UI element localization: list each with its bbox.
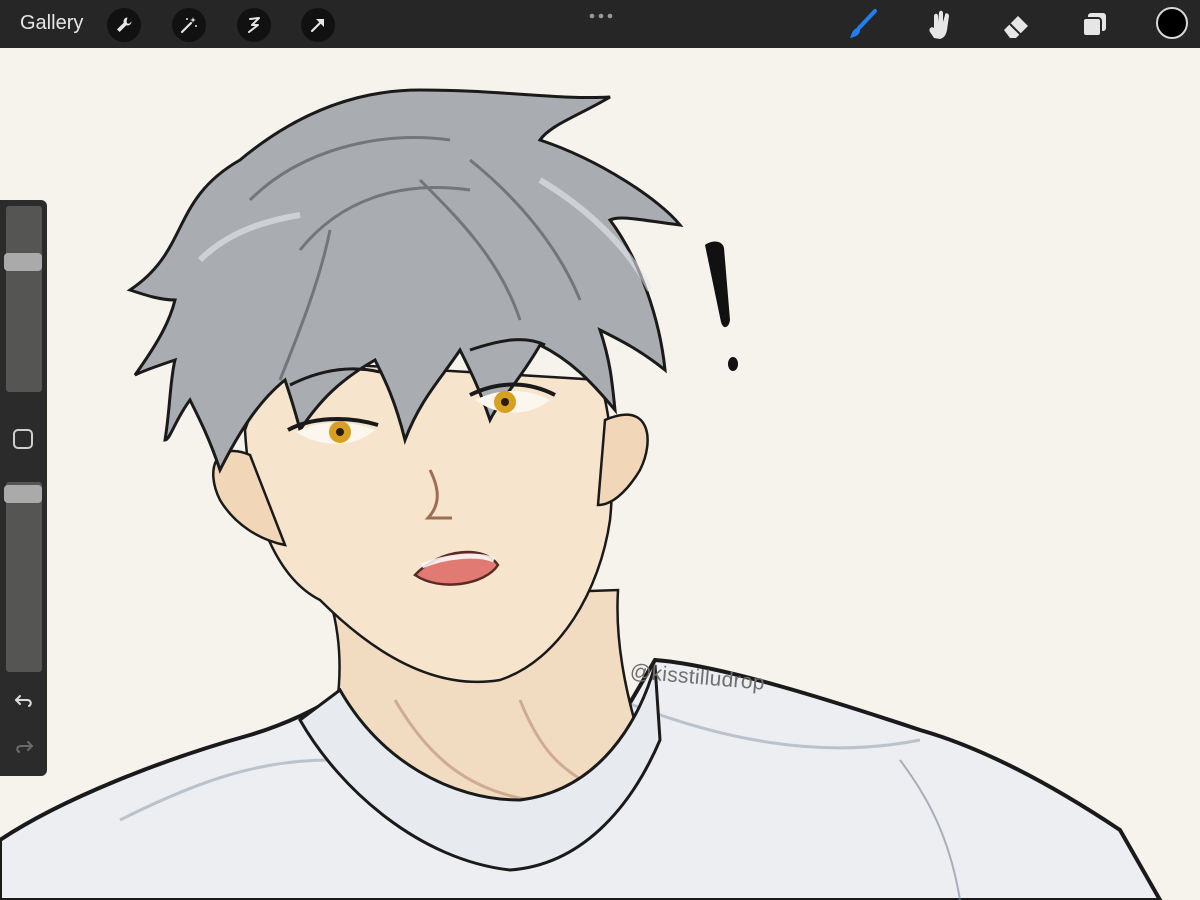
opacity-slider[interactable] (4, 482, 42, 672)
brush-icon[interactable] (845, 8, 879, 42)
redo-icon[interactable] (12, 734, 36, 758)
magic-wand-icon[interactable] (172, 8, 206, 42)
square-icon[interactable] (12, 428, 34, 450)
gallery-button[interactable]: Gallery (20, 12, 83, 35)
eraser-icon[interactable] (1000, 8, 1034, 42)
left-sidebar (0, 200, 47, 776)
wrench-icon[interactable] (107, 8, 141, 42)
brush-size-slider[interactable] (4, 206, 42, 392)
selection-icon[interactable] (237, 8, 271, 42)
anime-portrait-artwork (0, 88, 1163, 900)
drawing-canvas[interactable]: @kisstilludrop (0, 48, 1200, 900)
more-options-grip[interactable] (588, 8, 614, 19)
top-toolbar: Gallery (0, 0, 1200, 48)
color-picker-swatch[interactable] (1156, 7, 1188, 39)
transform-arrow-icon[interactable] (301, 8, 335, 42)
brush-size-slider-thumb[interactable] (4, 253, 42, 271)
layers-icon[interactable] (1078, 8, 1112, 42)
smudge-icon[interactable] (922, 8, 956, 42)
opacity-slider-thumb[interactable] (4, 485, 42, 503)
undo-icon[interactable] (12, 688, 36, 712)
